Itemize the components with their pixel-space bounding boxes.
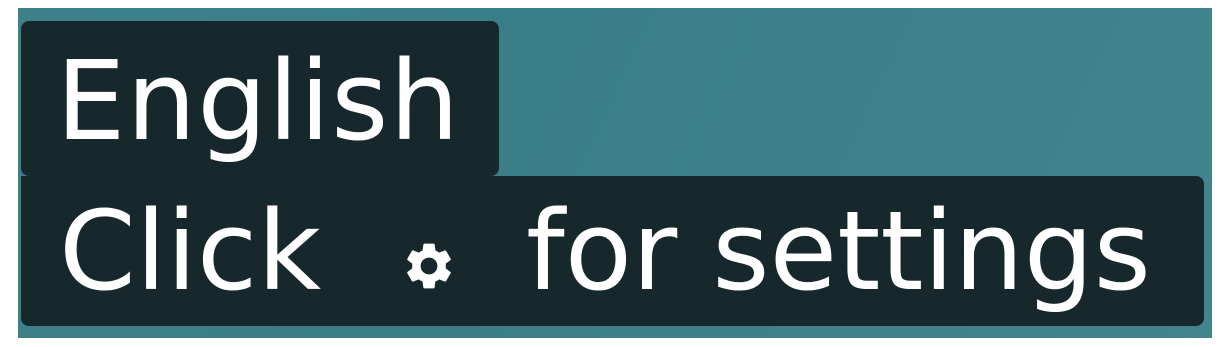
settings-hint-box: Click for settings — [21, 176, 1204, 326]
hint-prefix-text: Click — [59, 187, 322, 315]
language-label: English — [56, 37, 461, 165]
gear-icon[interactable] — [401, 238, 457, 294]
language-caption-box[interactable]: English — [21, 21, 499, 176]
hint-suffix-text: for settings — [526, 187, 1151, 315]
video-frame: English Click for settings — [18, 8, 1212, 338]
